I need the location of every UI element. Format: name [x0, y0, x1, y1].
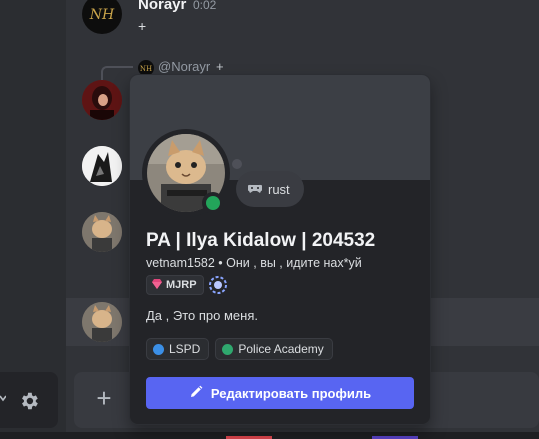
role-label: LSPD — [169, 342, 201, 356]
role-pill[interactable]: LSPD — [146, 338, 210, 360]
profile-custom-status: Они , вы , идите нах*уй — [226, 256, 362, 270]
server-tag-label: MJRP — [166, 279, 197, 291]
badge-row: MJRP — [146, 275, 228, 295]
avatar-cat[interactable] — [82, 212, 122, 252]
role-color-dot — [222, 343, 234, 355]
message-author[interactable]: Norayr — [138, 0, 186, 13]
gear-icon[interactable] — [18, 390, 40, 412]
profile-about: Да , Это про меня. — [146, 308, 258, 323]
online-status-icon — [202, 192, 224, 214]
reply-connector — [101, 66, 133, 80]
svg-text:NH: NH — [89, 7, 115, 23]
gem-icon — [151, 278, 163, 293]
avatar-user-bw[interactable] — [82, 146, 122, 186]
avatar-user-red[interactable] — [82, 80, 122, 120]
message-text: + — [138, 18, 147, 34]
thought-bubble-dot — [232, 159, 242, 169]
pencil-icon — [189, 385, 203, 402]
chevron-down-icon[interactable] — [0, 394, 7, 404]
avatar-cat-hovered[interactable] — [82, 302, 122, 342]
edit-profile-button[interactable]: Редактировать профиль — [146, 377, 414, 409]
roles-list: LSPD Police Academy — [146, 338, 333, 360]
profile-username[interactable]: vetnam1582 — [146, 256, 215, 270]
reply-mention[interactable]: @Norayr — [158, 59, 210, 74]
gamepad-icon — [246, 182, 264, 197]
server-tag[interactable]: MJRP — [146, 275, 204, 295]
role-color-dot — [153, 343, 164, 355]
custom-status-bubble[interactable]: rust — [236, 171, 304, 207]
role-label: Police Academy — [238, 342, 324, 356]
role-pill[interactable]: Police Academy — [215, 338, 333, 360]
nitro-badge-icon[interactable] — [208, 275, 228, 295]
profile-subline: vetnam1582 • Они , вы , идите нах*уй — [146, 256, 362, 270]
message-timestamp: 0:02 — [193, 0, 217, 12]
plus-icon[interactable]: + — [92, 385, 116, 411]
edit-profile-label: Редактировать профиль — [210, 385, 372, 401]
reply-text: + — [216, 59, 224, 74]
bubble-text: rust — [268, 181, 290, 197]
separator-dot: • — [218, 256, 223, 270]
profile-popout: rust PA | Ilya Kidalow | 204532 vetnam15… — [129, 74, 431, 425]
svg-text:NH: NH — [140, 65, 152, 73]
profile-display-name: PA | Ilya Kidalow | 204532 — [146, 230, 376, 251]
